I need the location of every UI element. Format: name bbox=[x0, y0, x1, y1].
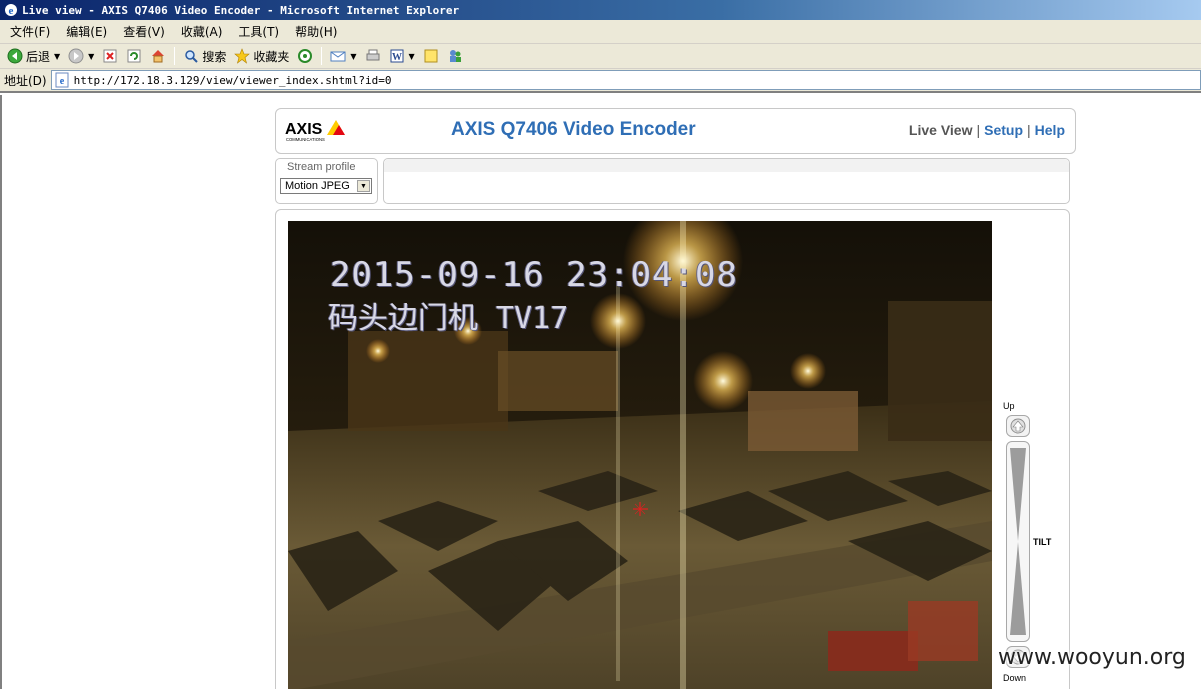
address-url: http://172.18.3.129/view/viewer_index.sh… bbox=[73, 73, 392, 87]
window-titlebar: e Live view - AXIS Q7406 Video Encoder -… bbox=[0, 0, 1201, 20]
stop-icon bbox=[103, 49, 117, 63]
product-title: AXIS Q7406 Video Encoder bbox=[451, 119, 696, 140]
star-icon bbox=[234, 48, 251, 64]
mail-button[interactable]: ▼ bbox=[327, 45, 359, 67]
address-bar: 地址(D) e http://172.18.3.129/view/viewer_… bbox=[0, 69, 1201, 93]
watermark: www.wooyun.org bbox=[998, 645, 1186, 670]
home-icon bbox=[152, 50, 165, 63]
arrow-up-icon bbox=[1010, 418, 1026, 434]
forward-arrow-icon bbox=[68, 48, 84, 64]
svg-text:COMMUNICATIONS: COMMUNICATIONS bbox=[286, 137, 325, 142]
menu-view[interactable]: 查看(V) bbox=[117, 23, 171, 40]
nav-help[interactable]: Help bbox=[1035, 122, 1065, 138]
nav-live-view[interactable]: Live View bbox=[909, 122, 973, 138]
print-button[interactable] bbox=[362, 45, 384, 67]
axis-logo: AXIS COMMUNICATIONS bbox=[285, 120, 345, 142]
tilt-label: TILT bbox=[1033, 537, 1052, 547]
address-input[interactable]: e http://172.18.3.129/view/viewer_index.… bbox=[50, 70, 1201, 90]
search-button[interactable]: 搜索 bbox=[180, 45, 229, 67]
viewer-toolbar-panel bbox=[383, 158, 1070, 204]
nav-separator: | bbox=[1027, 122, 1031, 138]
chevron-down-icon[interactable]: ▼ bbox=[357, 180, 370, 192]
tilt-up-label: Up bbox=[1003, 401, 1015, 411]
users-icon bbox=[449, 50, 461, 62]
search-label: 搜索 bbox=[202, 49, 227, 64]
word-icon: W bbox=[390, 49, 404, 63]
toolbar-separator bbox=[174, 47, 176, 65]
tilt-down-label: Down bbox=[1003, 673, 1027, 683]
stream-profile-value: Motion JPEG bbox=[285, 180, 350, 192]
svg-text:e: e bbox=[9, 5, 14, 17]
stream-profile-select[interactable]: Motion JPEG ▼ bbox=[280, 178, 372, 194]
menu-help[interactable]: 帮助(H) bbox=[289, 23, 343, 40]
note-icon bbox=[424, 49, 438, 63]
page-content: AXIS COMMUNICATIONS AXIS Q7406 Video Enc… bbox=[0, 95, 1201, 689]
svg-text:e: e bbox=[59, 76, 64, 87]
viewer-toolbar-strip bbox=[384, 159, 1069, 172]
toolbar-separator bbox=[321, 47, 323, 65]
edit-dropdown-icon[interactable]: ▼ bbox=[409, 52, 415, 61]
svg-text:W: W bbox=[392, 52, 402, 63]
tilt-slider-graphic bbox=[1010, 448, 1026, 635]
discuss-button[interactable] bbox=[420, 45, 442, 67]
media-icon bbox=[298, 49, 313, 63]
ie-icon: e bbox=[5, 4, 17, 17]
tilt-up-button[interactable] bbox=[1006, 415, 1030, 437]
menu-file[interactable]: 文件(F) bbox=[4, 23, 56, 40]
back-arrow-icon bbox=[7, 48, 23, 64]
forward-dropdown-icon[interactable]: ▼ bbox=[88, 52, 94, 61]
edit-button[interactable]: W ▼ bbox=[386, 45, 418, 67]
home-button[interactable] bbox=[147, 45, 169, 67]
top-nav: Live View | Setup | Help bbox=[909, 122, 1065, 138]
menu-favorites[interactable]: 收藏(A) bbox=[175, 23, 229, 40]
menu-edit[interactable]: 编辑(E) bbox=[60, 23, 113, 40]
refresh-button[interactable] bbox=[123, 45, 145, 67]
tilt-slider[interactable] bbox=[1006, 441, 1030, 642]
media-button[interactable] bbox=[294, 45, 316, 67]
stream-profile-panel: Stream profile Motion JPEG ▼ bbox=[275, 158, 378, 204]
forward-button[interactable]: ▼ bbox=[65, 45, 97, 67]
back-button[interactable]: 后退 ▼ bbox=[4, 45, 63, 67]
live-video[interactable]: 2015-09-16 23:04:08 码头边门机 TV17 bbox=[288, 221, 992, 689]
nav-setup[interactable]: Setup bbox=[984, 122, 1023, 138]
video-camera-name: 码头边门机 TV17 bbox=[328, 301, 569, 336]
header-panel: AXIS COMMUNICATIONS AXIS Q7406 Video Enc… bbox=[275, 108, 1076, 154]
stop-button[interactable] bbox=[99, 45, 121, 67]
nav-separator: | bbox=[976, 122, 981, 138]
back-dropdown-icon[interactable]: ▼ bbox=[54, 52, 60, 61]
refresh-icon bbox=[127, 49, 141, 63]
favorites-label: 收藏夹 bbox=[253, 49, 290, 64]
messenger-button[interactable] bbox=[444, 45, 466, 67]
favorites-button[interactable]: 收藏夹 bbox=[231, 45, 292, 67]
page-icon: e bbox=[55, 72, 69, 88]
window-title: Live view - AXIS Q7406 Video Encoder - M… bbox=[22, 3, 460, 17]
back-label: 后退 bbox=[26, 49, 51, 64]
mail-icon bbox=[330, 51, 346, 62]
video-timestamp: 2015-09-16 23:04:08 bbox=[330, 255, 738, 295]
mail-dropdown-icon[interactable]: ▼ bbox=[350, 52, 356, 61]
search-icon bbox=[185, 50, 199, 63]
stream-profile-label: Stream profile bbox=[287, 161, 356, 173]
printer-icon bbox=[366, 49, 380, 61]
browser-toolbar: 后退 ▼ ▼ 搜索 收藏夹 ▼ W ▼ bbox=[0, 44, 1201, 69]
svg-text:AXIS: AXIS bbox=[285, 121, 323, 138]
address-label: 地址(D) bbox=[4, 73, 47, 88]
menubar: 文件(F) 编辑(E) 查看(V) 收藏(A) 工具(T) 帮助(H) bbox=[0, 20, 1201, 44]
menu-tools[interactable]: 工具(T) bbox=[232, 23, 285, 40]
